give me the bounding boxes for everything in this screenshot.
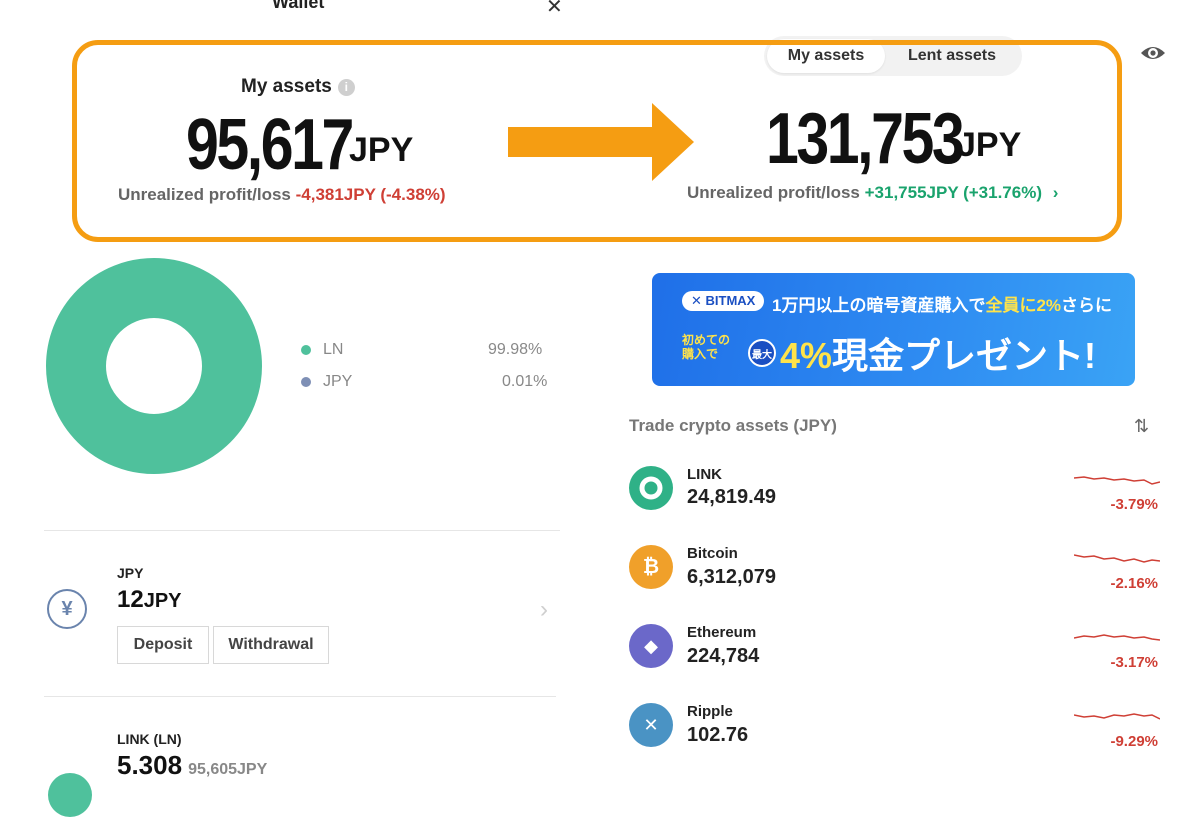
banner-text: さらに: [1061, 296, 1113, 315]
legend-dot: [301, 377, 311, 387]
my-assets-label-text: My assets: [241, 76, 332, 97]
sparkline-bitcoin: [1074, 554, 1160, 563]
coin-change-link: -3.79%: [1110, 496, 1158, 513]
link-account-value: 5.308 95,605JPY: [117, 750, 267, 781]
ethereum-icon: ◆: [629, 624, 673, 668]
allocation-donut: [46, 258, 262, 474]
coin-change-bitcoin: -2.16%: [1110, 575, 1158, 592]
link-balance-jpy: 95,605JPY: [188, 761, 268, 778]
upl-before: Unrealized profit/loss -4,381JPY (-4.38%…: [118, 185, 446, 205]
banner-percent: 4%: [780, 335, 833, 376]
coin-change-ripple: -9.29%: [1110, 733, 1158, 750]
legend-percent-jpy: 0.01%: [502, 373, 548, 390]
upl-after-value: +31,755JPY (+31.76%): [864, 183, 1042, 202]
coin-price-bitcoin: 6,312,079: [687, 566, 776, 588]
info-icon[interactable]: i: [337, 78, 355, 96]
link-icon: [48, 773, 92, 817]
my-assets-label: My assets i: [241, 76, 355, 98]
chevron-right-icon[interactable]: ›: [540, 596, 548, 624]
coin-name-link: LINK: [687, 466, 722, 483]
upl-after[interactable]: Unrealized profit/loss +31,755JPY (+31.7…: [687, 183, 1058, 203]
legend-dot: [301, 345, 311, 355]
coin-price-ethereum: 224,784: [687, 645, 760, 667]
upl-before-value: -4,381JPY (-4.38%): [295, 185, 446, 204]
yen-icon: ¥: [47, 589, 87, 629]
coin-price-link: 24,819.49: [687, 486, 776, 508]
legend-item-jpy: JPY: [301, 373, 352, 391]
total-assets-after-unit: JPY: [957, 126, 1022, 164]
chevron-right-icon: ›: [1052, 183, 1059, 202]
total-assets-after: 131,753: [766, 99, 965, 179]
total-assets-before: 95,617: [186, 105, 354, 185]
banner-headline-text: 現金プレゼント!: [832, 335, 1097, 376]
upl-after-label: Unrealized profit/loss: [687, 183, 860, 202]
deposit-button[interactable]: Deposit: [117, 626, 209, 664]
promo-banner[interactable]: ✕ BITMAX 1万円以上の暗号資産購入で全員に2%さらに 初めての購入で 最…: [652, 273, 1135, 386]
sparkline-ripple: [1074, 713, 1160, 720]
link-balance: 5.308: [117, 750, 183, 780]
ripple-icon: ✕: [629, 703, 673, 747]
coin-name-bitcoin: Bitcoin: [687, 545, 738, 562]
legend-label: JPY: [323, 373, 353, 390]
trade-section-title: Trade crypto assets (JPY): [629, 416, 837, 435]
sparkline-ethereum: [1074, 634, 1160, 641]
jpy-balance-unit: JPY: [143, 590, 182, 612]
coin-change-ethereum: -3.17%: [1110, 654, 1158, 671]
legend-label: LN: [323, 341, 344, 358]
banner-small-text: 初めての購入で: [682, 333, 731, 361]
banner-headline: 4%現金プレゼント!: [780, 327, 1096, 379]
bitmax-logo: ✕ BITMAX: [682, 291, 765, 311]
eye-icon[interactable]: [1139, 42, 1167, 64]
total-assets-before-unit: JPY: [349, 131, 414, 169]
legend-item-ln: LN: [301, 341, 343, 359]
banner-line-1: 1万円以上の暗号資産購入で全員に2%さらに: [772, 291, 1112, 316]
divider: [44, 530, 560, 531]
sparkline-link: [1074, 476, 1160, 485]
upl-before-label: Unrealized profit/loss: [118, 185, 291, 204]
divider: [44, 696, 556, 697]
bitcoin-icon: ₿: [629, 545, 673, 589]
link-icon: [629, 466, 673, 510]
link-account-label: LINK (LN): [117, 731, 182, 747]
banner-max-badge: 最大: [748, 339, 776, 367]
banner-text: 1万円以上の暗号資産購入で: [772, 296, 986, 315]
donut-segment-ln: [46, 258, 262, 474]
coin-name-ethereum: Ethereum: [687, 624, 757, 641]
legend-percent-ln: 99.98%: [488, 341, 543, 358]
coin-price-ripple: 102.76: [687, 724, 749, 746]
close-icon[interactable]: ✕: [546, 0, 563, 19]
withdrawal-button[interactable]: Withdrawal: [213, 626, 329, 664]
coin-name-ripple: Ripple: [687, 703, 733, 720]
sort-icon[interactable]: ⇅: [1134, 416, 1149, 437]
arrow-right-icon: [508, 103, 694, 181]
banner-highlight: 全員に2%: [985, 296, 1062, 315]
jpy-account-label: JPY: [117, 565, 144, 581]
page-title: Wallet: [272, 0, 325, 12]
jpy-balance: 12: [117, 586, 144, 613]
jpy-account-value: 12JPY: [117, 586, 182, 614]
